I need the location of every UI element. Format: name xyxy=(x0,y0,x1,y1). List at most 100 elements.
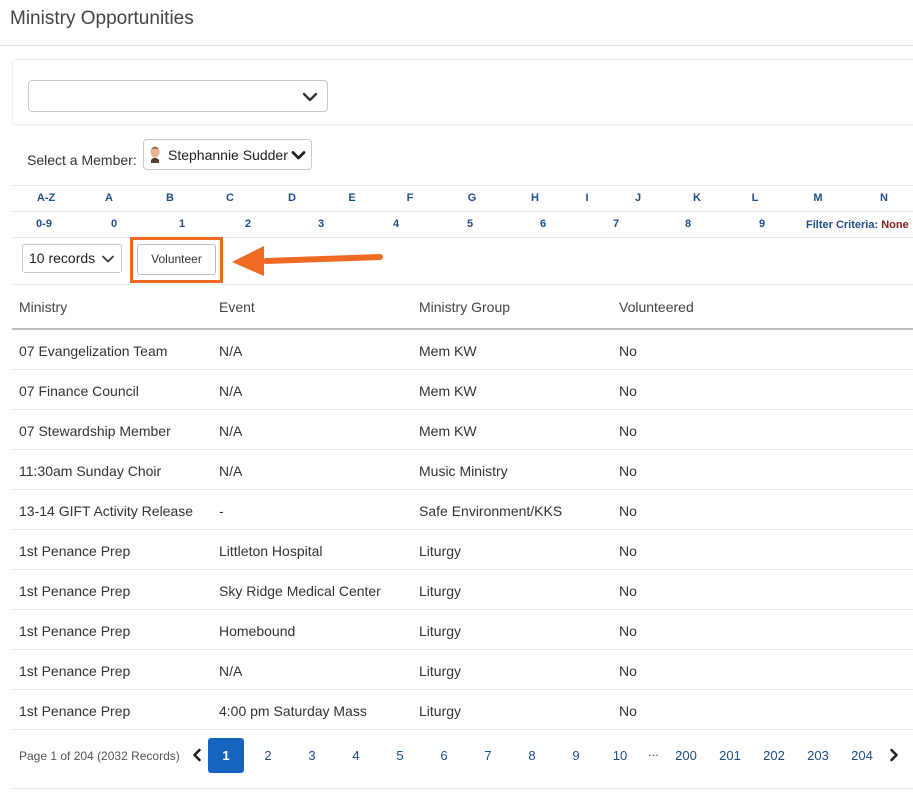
table-row[interactable]: 07 Evangelization Team N/A Mem KW No xyxy=(12,330,913,370)
table-row[interactable]: 1st Penance Prep Sky Ridge Medical Center… xyxy=(12,570,913,610)
table-row[interactable]: 1st Penance Prep 4:00 pm Saturday Mass Lit… xyxy=(12,690,913,730)
cell-ministry-group: Liturgy xyxy=(419,703,462,719)
member-name: Stephannie Sudder xyxy=(168,147,288,163)
cell-event: 4:00 pm Saturday Mass xyxy=(219,703,367,719)
page-link[interactable]: 200 xyxy=(675,748,697,763)
alpha-filter-a[interactable]: A xyxy=(105,192,113,204)
page-link[interactable]: 201 xyxy=(719,748,741,763)
chevron-right-icon[interactable] xyxy=(888,748,900,762)
page-link[interactable]: 204 xyxy=(851,748,873,763)
digit-filter-9[interactable]: 9 xyxy=(759,218,765,230)
column-header-ministry-group[interactable]: Ministry Group xyxy=(419,299,510,315)
cell-ministry-group: Music Ministry xyxy=(419,463,508,479)
records-per-page-value: 10 records xyxy=(29,250,96,266)
alphabet-digit-row: 0-9 0 1 2 3 4 5 6 7 8 9 Filter Criteria:… xyxy=(12,212,913,238)
cell-volunteered: No xyxy=(619,703,637,719)
page-link[interactable]: 2 xyxy=(264,748,271,763)
alpha-filter-n[interactable]: N xyxy=(880,192,888,204)
cell-ministry-group: Mem KW xyxy=(419,383,477,399)
page-link[interactable]: 9 xyxy=(572,748,579,763)
cell-event: N/A xyxy=(219,343,243,359)
alpha-filter-k[interactable]: K xyxy=(693,192,701,204)
cell-ministry: 1st Penance Prep xyxy=(19,703,131,719)
table-row[interactable]: 07 Stewardship Member N/A Mem KW No xyxy=(12,410,913,450)
avatar xyxy=(150,146,160,163)
digit-filter-2[interactable]: 2 xyxy=(245,218,251,230)
table-row[interactable]: 1st Penance Prep Littleton Hospital Liturg… xyxy=(12,530,913,570)
cell-ministry: 1st Penance Prep xyxy=(19,583,131,599)
page-link[interactable]: 203 xyxy=(807,748,829,763)
alpha-filter-m[interactable]: M xyxy=(813,192,822,204)
digit-filter-6[interactable]: 6 xyxy=(540,218,546,230)
ministry-dropdown[interactable] xyxy=(28,80,328,112)
chevron-down-icon xyxy=(302,92,318,102)
alpha-filter-i[interactable]: I xyxy=(585,192,588,204)
alpha-filter-c[interactable]: C xyxy=(226,192,234,204)
table-header: Ministry Event Ministry Group Volunteere… xyxy=(12,285,913,330)
cell-ministry-group: Mem KW xyxy=(419,423,477,439)
pagination: Page 1 of 204 (2032 Records) 1 2 3 4 5 6… xyxy=(12,735,913,777)
page-link[interactable]: 10 xyxy=(613,748,627,763)
ministry-table: Ministry Event Ministry Group Volunteere… xyxy=(12,285,913,730)
member-dropdown[interactable]: Stephannie Sudder xyxy=(143,139,312,170)
digit-filter-4[interactable]: 4 xyxy=(393,218,399,230)
alpha-filter-d[interactable]: D xyxy=(288,192,296,204)
table-row[interactable]: 13-14 GIFT Activity Release - Safe Environ… xyxy=(12,490,913,530)
page-link[interactable]: 202 xyxy=(763,748,785,763)
table-row[interactable]: 11:30am Sunday Choir N/A Music Ministry No xyxy=(12,450,913,490)
digit-filter-all[interactable]: 0-9 xyxy=(36,218,52,230)
chevron-left-icon[interactable] xyxy=(191,748,203,762)
digit-filter-0[interactable]: 0 xyxy=(111,218,117,230)
alpha-filter-l[interactable]: L xyxy=(752,192,759,204)
cell-ministry: 07 Finance Council xyxy=(19,383,139,399)
page-link[interactable]: 5 xyxy=(396,748,403,763)
page-link[interactable]: 7 xyxy=(484,748,491,763)
cell-volunteered: No xyxy=(619,423,637,439)
page-link[interactable]: 8 xyxy=(528,748,535,763)
digit-filter-3[interactable]: 3 xyxy=(318,218,324,230)
cell-ministry: 1st Penance Prep xyxy=(19,623,131,639)
alpha-filter-b[interactable]: B xyxy=(166,192,174,204)
table-row[interactable]: 1st Penance Prep N/A Liturgy No xyxy=(12,650,913,690)
filter-criteria: Filter Criteria: None xyxy=(806,219,909,231)
page-link[interactable]: 4 xyxy=(352,748,359,763)
page-title: Ministry Opportunities xyxy=(10,8,194,29)
page-link[interactable]: 6 xyxy=(440,748,447,763)
cell-ministry: 11:30am Sunday Choir xyxy=(19,463,162,479)
cell-volunteered: No xyxy=(619,543,637,559)
cell-event: N/A xyxy=(219,423,243,439)
chevron-down-icon xyxy=(291,151,306,160)
digit-filter-7[interactable]: 7 xyxy=(613,218,619,230)
alpha-filter-f[interactable]: F xyxy=(407,192,414,204)
cell-volunteered: No xyxy=(619,463,637,479)
table-row[interactable]: 07 Finance Council N/A Mem KW No xyxy=(12,370,913,410)
column-header-volunteered[interactable]: Volunteered xyxy=(619,299,694,315)
column-header-ministry[interactable]: Ministry xyxy=(19,299,67,315)
digit-filter-1[interactable]: 1 xyxy=(179,218,185,230)
alphabet-letter-row: A-Z A B C D E F G H I J K L M N xyxy=(12,186,913,212)
page-link-current[interactable]: 1 xyxy=(208,738,244,773)
digit-filter-8[interactable]: 8 xyxy=(685,218,691,230)
cell-ministry: 13-14 GIFT Activity Release xyxy=(19,503,194,519)
chevron-down-icon xyxy=(102,255,114,263)
records-per-page-dropdown[interactable]: 10 records xyxy=(22,244,122,273)
alpha-filter-h[interactable]: H xyxy=(531,192,539,204)
page-link[interactable]: 3 xyxy=(308,748,315,763)
alphabet-filter: A-Z A B C D E F G H I J K L M N 0-9 0 1 … xyxy=(12,185,913,238)
column-header-event[interactable]: Event xyxy=(219,299,255,315)
alpha-filter-all[interactable]: A-Z xyxy=(37,192,55,204)
alpha-filter-g[interactable]: G xyxy=(468,192,477,204)
annotation-arrow-icon xyxy=(232,246,383,276)
alpha-filter-e[interactable]: E xyxy=(348,192,355,204)
pagination-ellipsis: ... xyxy=(648,744,659,759)
table-row[interactable]: 1st Penance Prep Homebound Liturgy No xyxy=(12,610,913,650)
cell-ministry: 1st Penance Prep xyxy=(19,543,131,559)
alpha-filter-j[interactable]: J xyxy=(635,192,641,204)
cell-ministry-group: Mem KW xyxy=(419,343,477,359)
cell-ministry-group: Liturgy xyxy=(419,543,462,559)
pagination-info: Page 1 of 204 (2032 Records) xyxy=(19,749,180,763)
digit-filter-5[interactable]: 5 xyxy=(467,218,473,230)
cell-event: Littleton Hospital xyxy=(219,543,323,559)
volunteer-button[interactable]: Volunteer xyxy=(137,244,216,275)
page-header: Ministry Opportunities xyxy=(0,0,913,46)
